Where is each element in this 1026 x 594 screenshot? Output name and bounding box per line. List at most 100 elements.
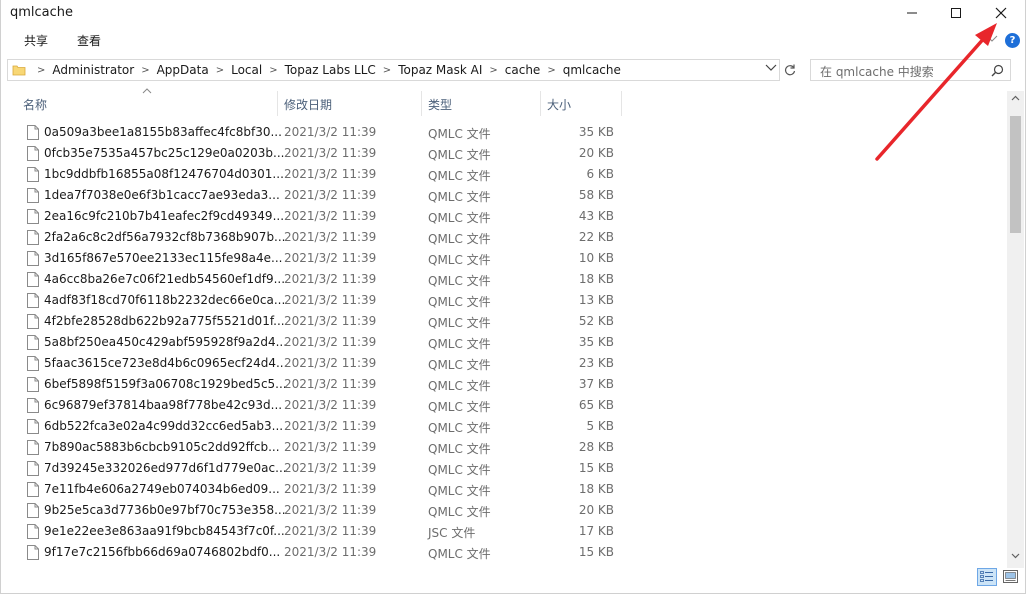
breadcrumb-separator[interactable]: >: [540, 65, 562, 76]
file-type: QMLC 文件: [428, 421, 491, 435]
tab-share[interactable]: 共享: [24, 32, 48, 49]
file-type: QMLC 文件: [428, 379, 491, 393]
file-name: 7b890ac5883b6cbcb9105c2dd92ffcb...: [44, 440, 280, 454]
file-row[interactable]: 2fa2a6c8c2df56a7932cf8b7368b907b... 2021…: [1, 228, 1006, 249]
breadcrumb-item-cache[interactable]: cache: [505, 63, 541, 77]
file-row[interactable]: 5faac3615ce723e8d4b6c0965ecf24d4... 2021…: [1, 354, 1006, 375]
breadcrumb-item-appdata[interactable]: AppData: [157, 63, 209, 77]
file-name: 6c96879ef37814baa98f778be42c93d...: [44, 398, 283, 412]
file-icon: [27, 524, 39, 539]
breadcrumb-item-qmlcache[interactable]: qmlcache: [563, 63, 621, 77]
file-size: 43 KB: [578, 209, 614, 223]
file-row[interactable]: 2ea16c9fc210b7b41eafec2f9cd49349... 2021…: [1, 207, 1006, 228]
file-size: 10 KB: [578, 251, 614, 265]
file-row[interactable]: 9b25e5ca3d7736b0e97bf70c753e358... 2021/…: [1, 501, 1006, 522]
file-date: 2021/3/2 11:39: [284, 482, 377, 496]
file-name: 3d165f867e570ee2133ec115fe98a4e...: [44, 251, 283, 265]
minimize-button[interactable]: [889, 0, 935, 26]
close-icon: [995, 7, 1007, 19]
column-header-label: 类型: [428, 98, 453, 112]
file-row[interactable]: 5a8bf250ea450c429abf595928f9a2d4... 2021…: [1, 333, 1006, 354]
file-size: 65 KB: [578, 398, 614, 412]
vertical-scrollbar[interactable]: [1007, 91, 1024, 568]
maximize-button[interactable]: [933, 0, 979, 26]
details-view-button[interactable]: [977, 568, 997, 586]
file-row[interactable]: 7d39245e332026ed977d6f1d779e0ac... 2021/…: [1, 459, 1006, 480]
file-name: 7e11fb4e606a2749eb074034b6ed09...: [44, 482, 280, 496]
file-icon: [27, 167, 39, 182]
file-size: 18 KB: [578, 272, 614, 286]
file-row[interactable]: 0a509a3bee1a8155b83affec4fc8bf30... 2021…: [1, 123, 1006, 144]
file-row[interactable]: 7e11fb4e606a2749eb074034b6ed09... 2021/3…: [1, 480, 1006, 501]
scroll-down-icon[interactable]: [1011, 553, 1020, 559]
file-size: 13 KB: [578, 293, 614, 307]
file-row[interactable]: 4adf83f18cd70f6118b2232dec66e0ca... 2021…: [1, 291, 1006, 312]
scrollbar-thumb[interactable]: [1010, 116, 1021, 233]
file-icon: [27, 356, 39, 371]
refresh-button[interactable]: [781, 59, 799, 81]
file-icon: [27, 545, 39, 560]
file-name: 4f2bfe28528db622b92a775f5521d01f...: [44, 314, 285, 328]
file-icon: [27, 314, 39, 329]
file-size: 15 KB: [578, 545, 614, 559]
tab-view[interactable]: 查看: [77, 32, 101, 49]
close-button[interactable]: [978, 0, 1024, 26]
large-icons-view-button[interactable]: [1001, 568, 1021, 586]
breadcrumb-separator[interactable]: >: [209, 65, 231, 76]
file-row[interactable]: 3d165f867e570ee2133ec115fe98a4e... 2021/…: [1, 249, 1006, 270]
file-row[interactable]: 4f2bfe28528db622b92a775f5521d01f... 2021…: [1, 312, 1006, 333]
column-divider[interactable]: [621, 91, 622, 116]
file-type: QMLC 文件: [428, 232, 491, 246]
file-icon: [27, 482, 39, 497]
file-size: 28 KB: [578, 440, 614, 454]
column-header-size[interactable]: 大小: [541, 91, 621, 117]
file-row[interactable]: 4a6cc8ba26e7c06f21edb54560ef1df9... 2021…: [1, 270, 1006, 291]
chevron-down-icon[interactable]: [986, 35, 998, 43]
maximize-icon: [951, 8, 961, 18]
search-icon: [991, 64, 1004, 77]
file-icon: [27, 146, 39, 161]
breadcrumb-item-topaz-mask-ai[interactable]: Topaz Mask AI: [398, 63, 482, 77]
file-row[interactable]: 1dea7f7038e0e6f3b1cacc7ae93eda3... 2021/…: [1, 186, 1006, 207]
breadcrumb-separator[interactable]: >: [376, 65, 398, 76]
breadcrumb-separator[interactable]: >: [262, 65, 284, 76]
file-name: 9f17e7c2156fbb66d69a0746802bdf0...: [44, 545, 281, 559]
file-row[interactable]: 9f17e7c2156fbb66d69a0746802bdf0... 2021/…: [1, 543, 1006, 564]
address-dropdown-icon[interactable]: [765, 64, 777, 72]
breadcrumb-separator[interactable]: >: [30, 65, 52, 76]
file-icon: [27, 230, 39, 245]
file-type: QMLC 文件: [428, 505, 491, 519]
address-bar[interactable]: > Administrator > AppData > Local > Topa…: [7, 59, 780, 81]
large-icons-view-icon: [1003, 570, 1018, 583]
breadcrumb-item-topaz-labs[interactable]: Topaz Labs LLC: [285, 63, 376, 77]
file-row[interactable]: 6c96879ef37814baa98f778be42c93d... 2021/…: [1, 396, 1006, 417]
file-date: 2021/3/2 11:39: [284, 440, 377, 454]
breadcrumb-item-administrator[interactable]: Administrator: [52, 63, 134, 77]
file-row[interactable]: 6db522fca3e02a4c99dd32cc6ed5ab3... 2021/…: [1, 417, 1006, 438]
breadcrumb-separator[interactable]: >: [134, 65, 156, 76]
file-row[interactable]: 9e1e22ee3e863aa91f9bcb84543f7c0f... 2021…: [1, 522, 1006, 543]
file-date: 2021/3/2 11:39: [284, 545, 377, 559]
file-icon: [27, 251, 39, 266]
column-header-date[interactable]: 修改日期: [278, 91, 421, 117]
file-row[interactable]: 6bef5898f5159f3a06708c1929bed5c5... 2021…: [1, 375, 1006, 396]
file-date: 2021/3/2 11:39: [284, 251, 377, 265]
breadcrumb-separator[interactable]: >: [482, 65, 504, 76]
file-row[interactable]: 7b890ac5883b6cbcb9105c2dd92ffcb... 2021/…: [1, 438, 1006, 459]
minimize-icon: [907, 12, 917, 14]
column-header-name[interactable]: 名称: [17, 91, 277, 117]
file-row[interactable]: 1bc9ddbfb16855a08f12476704d0301... 2021/…: [1, 165, 1006, 186]
file-name: 5a8bf250ea450c429abf595928f9a2d4...: [44, 335, 288, 349]
file-row[interactable]: 0fcb35e7535a457bc25c129e0a0203b... 2021/…: [1, 144, 1006, 165]
scroll-up-icon[interactable]: [1011, 95, 1020, 101]
file-name: 9e1e22ee3e863aa91f9bcb84543f7c0f...: [44, 524, 285, 538]
search-input[interactable]: 在 qmlcache 中搜索: [810, 59, 1011, 81]
column-header-type[interactable]: 类型: [422, 91, 540, 117]
file-type: QMLC 文件: [428, 295, 491, 309]
help-icon[interactable]: ?: [1005, 33, 1020, 48]
breadcrumb-item-local[interactable]: Local: [231, 63, 262, 77]
file-name: 7d39245e332026ed977d6f1d779e0ac...: [44, 461, 287, 475]
refresh-icon: [784, 64, 796, 76]
column-header-label: 修改日期: [284, 98, 333, 112]
file-date: 2021/3/2 11:39: [284, 398, 377, 412]
